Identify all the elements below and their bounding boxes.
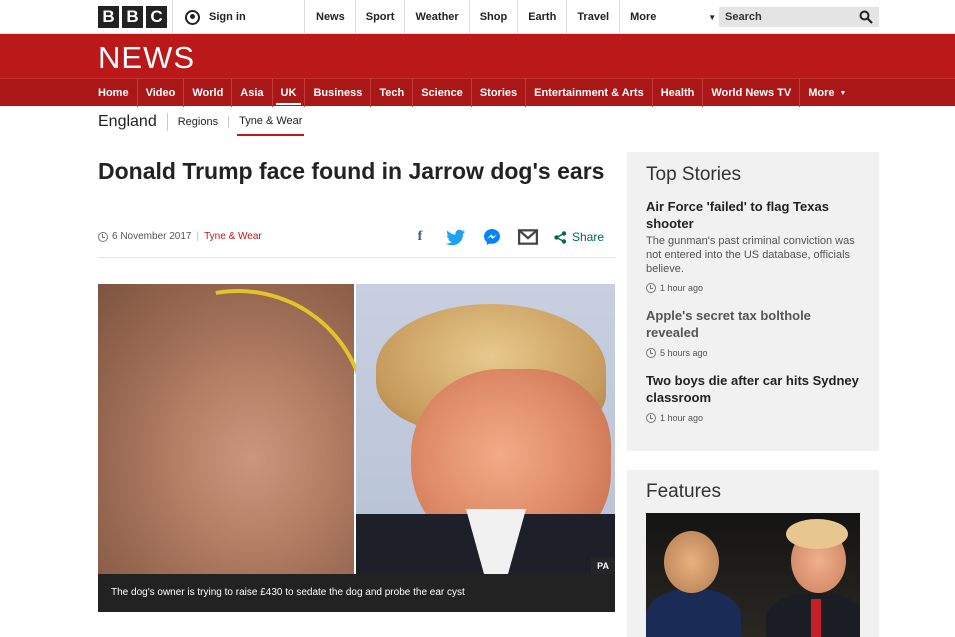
logo-letter: C [146, 6, 167, 28]
search-label: Search [725, 11, 762, 23]
top-story-link[interactable]: Air Force 'failed' to flag Texas shooter [646, 198, 860, 232]
top-story-time: 1 hour ago [646, 413, 860, 423]
section-nav-home[interactable]: Home [98, 79, 137, 107]
meta-divider [98, 257, 615, 258]
news-logo[interactable]: NEWS [98, 40, 195, 76]
section-nav-video[interactable]: Video [136, 79, 184, 107]
image-credit: PA [591, 558, 615, 574]
bbc-global-bar: B B C Sign in News Sport Weather Shop Ea… [0, 0, 955, 34]
user-icon [185, 9, 200, 25]
section-nav: Home Video World Asia UK Business Tech S… [0, 78, 955, 107]
article-meta: 6 November 2017 | Tyne & Wear [98, 231, 262, 242]
news-banner: NEWS [0, 34, 955, 78]
top-story-link[interactable]: Apple's secret tax bolthole revealed [646, 307, 860, 341]
top-stories-panel: Top Stories Air Force 'failed' to flag T… [627, 152, 879, 451]
global-nav: News Sport Weather Shop Earth Travel Mor… [306, 0, 726, 34]
top-story-time-label: 1 hour ago [660, 283, 704, 293]
share-icon [554, 230, 567, 244]
clock-icon [98, 231, 108, 242]
email-icon[interactable] [518, 229, 538, 245]
region-title[interactable]: England [98, 113, 168, 131]
image-caption: The dog's owner is trying to raise £430 … [98, 574, 615, 612]
regions-link[interactable]: Regions [178, 116, 230, 128]
section-nav-world[interactable]: World [183, 79, 231, 107]
top-story-item: Apple's secret tax bolthole revealed 5 h… [646, 307, 860, 358]
current-region-link[interactable]: Tyne & Wear [237, 115, 305, 136]
section-nav-health[interactable]: Health [651, 79, 703, 107]
top-story-item: Air Force 'failed' to flag Texas shooter… [646, 198, 860, 293]
top-story-item: Two boys die after car hits Sydney class… [646, 372, 860, 423]
logo-letter: B [122, 6, 143, 28]
section-more-label: More [808, 87, 835, 99]
messenger-icon[interactable] [482, 229, 502, 245]
section-nav-science[interactable]: Science [412, 79, 471, 107]
global-nav-more[interactable]: More ▼ [620, 0, 726, 34]
section-nav-stories[interactable]: Stories [470, 79, 525, 107]
top-story-time: 5 hours ago [646, 348, 860, 358]
facebook-icon[interactable]: f [410, 229, 430, 245]
share-label: Share [572, 230, 605, 244]
photo-figure [811, 599, 821, 637]
global-nav-weather[interactable]: Weather [405, 0, 470, 34]
top-story-time-label: 1 hour ago [660, 413, 704, 423]
chevron-down-icon: ▼ [839, 89, 847, 97]
photo-figure [664, 531, 719, 593]
feature-image[interactable] [646, 513, 860, 637]
article-image: PA [98, 284, 615, 574]
dog-ear-photo [98, 284, 420, 574]
top-stories-title: Top Stories [646, 164, 742, 185]
clock-icon [646, 348, 656, 358]
article-headline: Donald Trump face found in Jarrow dog's … [98, 158, 605, 184]
chevron-down-icon: ▼ [708, 12, 717, 22]
sign-in-button[interactable]: Sign in [172, 0, 305, 34]
section-nav-uk[interactable]: UK [271, 79, 305, 107]
sign-in-label: Sign in [209, 11, 246, 23]
features-panel: Features [627, 470, 879, 637]
photo-figure [786, 519, 848, 549]
bbc-logo[interactable]: B B C [98, 6, 167, 28]
section-nav-asia[interactable]: Asia [231, 79, 271, 107]
top-story-time: 1 hour ago [646, 283, 860, 293]
section-nav-more[interactable]: More ▼ [799, 79, 854, 107]
top-story-time-label: 5 hours ago [660, 348, 708, 358]
global-nav-earth[interactable]: Earth [518, 0, 568, 34]
logo-letter: B [98, 6, 119, 28]
sub-nav: England Regions Tyne & Wear [98, 108, 305, 136]
global-nav-news[interactable]: News [306, 0, 356, 34]
features-title: Features [646, 481, 721, 502]
more-label: More [630, 11, 657, 23]
clock-icon [646, 413, 656, 423]
global-nav-travel[interactable]: Travel [567, 0, 621, 34]
search-input[interactable]: Search [719, 7, 879, 27]
meta-separator: | [196, 231, 200, 242]
top-story-summary: The gunman's past criminal conviction wa… [646, 235, 855, 275]
article-category[interactable]: Tyne & Wear [204, 231, 262, 242]
global-nav-sport[interactable]: Sport [356, 0, 406, 34]
section-nav-world-news-tv[interactable]: World News TV [702, 79, 799, 107]
photo-figure [646, 589, 741, 637]
section-nav-entertainment[interactable]: Entertainment & Arts [525, 79, 652, 107]
section-nav-business[interactable]: Business [304, 79, 370, 107]
share-button[interactable]: Share [554, 230, 604, 244]
section-nav-tech[interactable]: Tech [370, 79, 412, 107]
social-share-bar: f Share [410, 229, 604, 245]
clock-icon [646, 283, 656, 293]
global-nav-shop[interactable]: Shop [470, 0, 519, 34]
twitter-icon[interactable] [446, 229, 466, 245]
article-date: 6 November 2017 [112, 231, 192, 242]
trump-photo [356, 284, 615, 574]
search-icon[interactable] [859, 10, 873, 24]
top-story-link[interactable]: Two boys die after car hits Sydney class… [646, 372, 860, 406]
